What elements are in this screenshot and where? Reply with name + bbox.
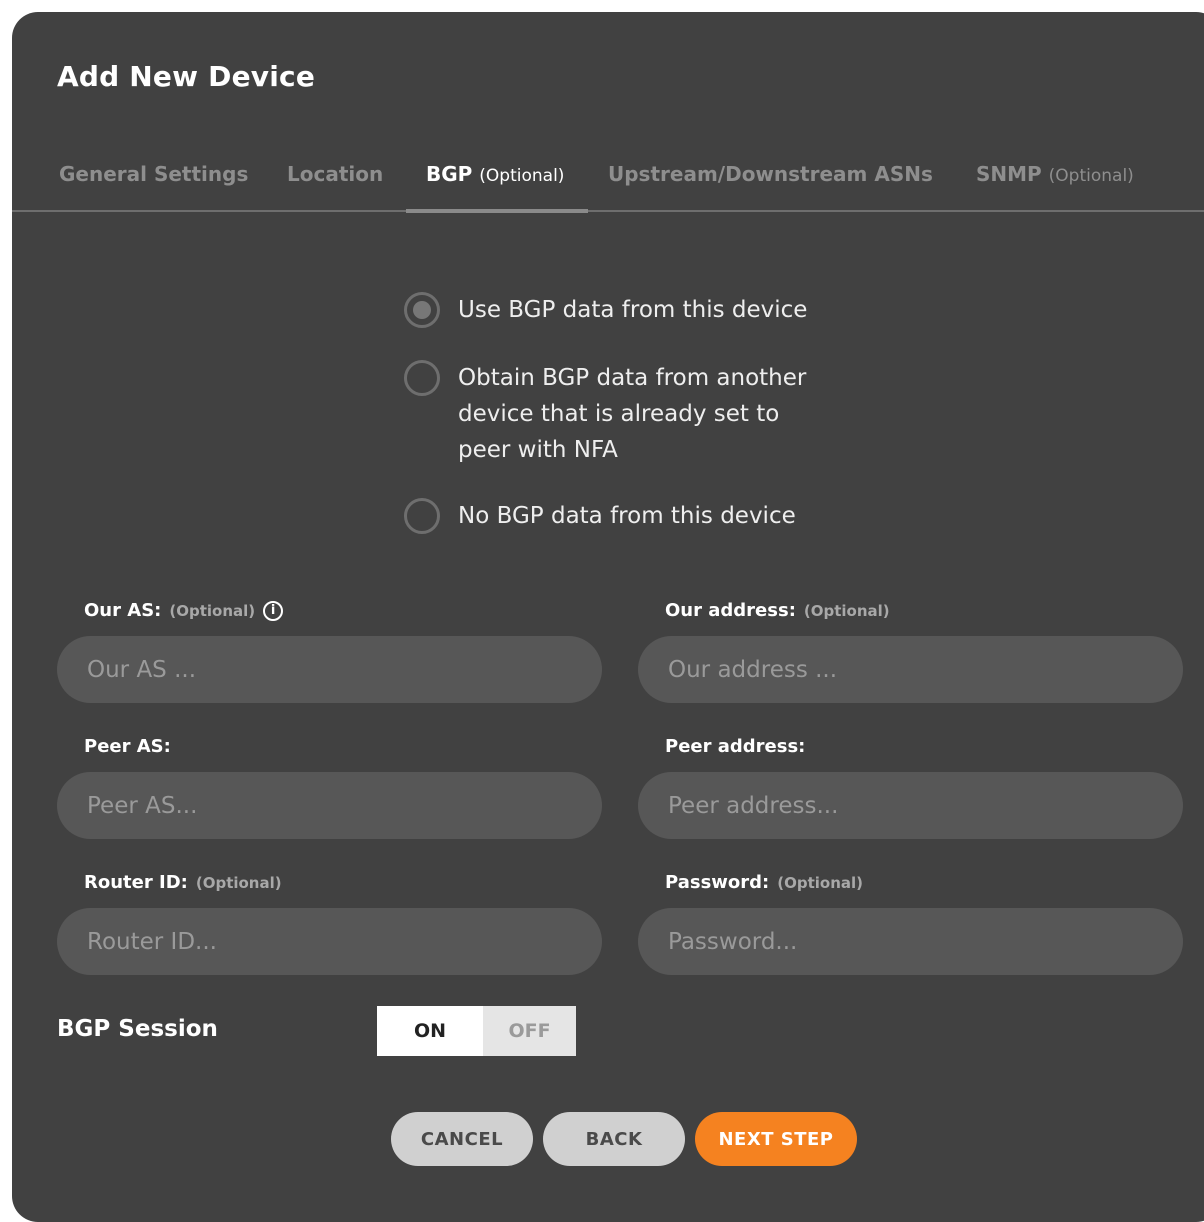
tab-bar: General Settings Location BGP (Optional)… [12, 152, 1204, 213]
our-address-label: Our address: (Optional) [665, 600, 890, 621]
radio-unselected-icon[interactable] [404, 360, 440, 396]
tab-location[interactable]: Location [287, 162, 383, 186]
tab-snmp[interactable]: SNMP (Optional) [976, 162, 1134, 186]
add-device-dialog: Add New Device General Settings Location… [12, 12, 1204, 1222]
field-label-text: Our AS: [84, 600, 162, 621]
bgp-session-off-button[interactable]: OFF [483, 1006, 576, 1056]
tab-label: BGP [426, 162, 473, 186]
our-as-input[interactable] [57, 636, 602, 703]
tab-optional-label: (Optional) [479, 166, 565, 186]
tab-label: SNMP [976, 162, 1042, 186]
dialog-title: Add New Device [57, 60, 316, 93]
password-label: Password: (Optional) [665, 872, 863, 893]
optional-label: (Optional) [169, 602, 256, 620]
peer-as-label: Peer AS: [84, 736, 171, 757]
tab-label: General Settings [59, 162, 249, 186]
radio-unselected-icon[interactable] [404, 498, 440, 534]
tab-label: Upstream/Downstream ASNs [608, 162, 933, 186]
bgp-session-label: BGP Session [57, 1016, 218, 1042]
field-label-text: Router ID: [84, 872, 188, 893]
peer-as-input[interactable] [57, 772, 602, 839]
field-label-text: Peer address: [665, 736, 806, 757]
cancel-button[interactable]: CANCEL [391, 1112, 533, 1166]
field-label-text: Our address: [665, 600, 796, 621]
our-address-input[interactable] [638, 636, 1183, 703]
bgp-session-on-button[interactable]: ON [377, 1006, 483, 1056]
next-step-button[interactable]: NEXT STEP [695, 1112, 857, 1166]
tab-label: Location [287, 162, 384, 186]
peer-address-label: Peer address: [665, 736, 805, 757]
field-label-text: Password: [665, 872, 770, 893]
tab-general-settings[interactable]: General Settings [59, 162, 248, 186]
back-button[interactable]: BACK [543, 1112, 685, 1166]
optional-label: (Optional) [803, 602, 890, 620]
radio-label: Obtain BGP data from another device that… [458, 365, 807, 463]
tab-optional-label: (Optional) [1048, 166, 1134, 186]
peer-address-input[interactable] [638, 772, 1183, 839]
radio-no-bgp-data[interactable]: No BGP data from this device [404, 498, 838, 534]
password-input[interactable] [638, 908, 1183, 975]
router-id-label: Router ID: (Optional) [84, 872, 282, 893]
radio-label: Use BGP data from this device [458, 297, 808, 323]
radio-obtain-bgp-another-device[interactable]: Obtain BGP data from another device that… [404, 360, 828, 468]
router-id-input[interactable] [57, 908, 602, 975]
optional-label: (Optional) [195, 874, 282, 892]
active-tab-indicator [406, 209, 588, 213]
tab-bgp[interactable]: BGP (Optional) [426, 162, 564, 186]
our-as-label: Our AS: (Optional) i [84, 600, 284, 621]
optional-label: (Optional) [777, 874, 864, 892]
tab-upstream-downstream-asns[interactable]: Upstream/Downstream ASNs [608, 162, 933, 186]
radio-label: No BGP data from this device [458, 503, 796, 529]
radio-selected-icon[interactable] [404, 292, 440, 328]
info-icon[interactable]: i [263, 601, 284, 621]
bgp-session-toggle: ON OFF [377, 1006, 576, 1056]
field-label-text: Peer AS: [84, 736, 171, 757]
radio-use-bgp-this-device[interactable]: Use BGP data from this device [404, 292, 838, 328]
